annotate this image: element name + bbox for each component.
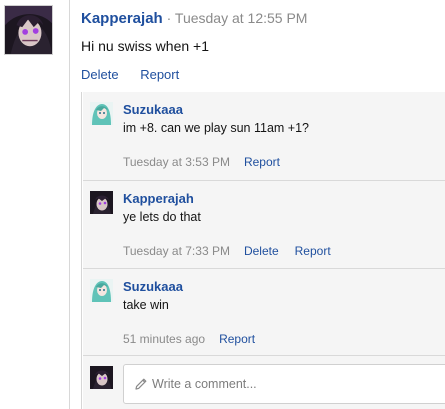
post-header: Kapperajah · Tuesday at 12:55 PM	[81, 10, 307, 28]
reply-report-link[interactable]: Report	[219, 332, 255, 346]
reply-item: Suzukaaa take win 51 minutes ago Report	[83, 268, 445, 355]
reply-timestamp[interactable]: Tuesday at 7:33 PM	[123, 244, 230, 258]
left-rail	[0, 0, 70, 409]
reply-meta: 51 minutes ago Report	[123, 332, 271, 346]
reply-item: Suzukaaa im +8. can we play sun 11am +1?…	[83, 92, 445, 180]
reply-author-avatar[interactable]	[90, 279, 113, 302]
current-user-avatar	[90, 366, 113, 389]
reply-meta: Tuesday at 3:53 PM Report	[123, 155, 296, 169]
reply-report-link[interactable]: Report	[244, 155, 280, 169]
post-author-avatar[interactable]	[4, 5, 53, 55]
post-actions: Delete Report	[81, 67, 197, 82]
reply-author-avatar[interactable]	[90, 191, 113, 214]
post-delete-link[interactable]: Delete	[81, 67, 119, 82]
post-body: Hi nu swiss when +1	[81, 38, 210, 54]
reply-author-avatar[interactable]	[90, 102, 113, 125]
reply-item: Kapperajah ye lets do that Tuesday at 7:…	[83, 180, 445, 268]
reply-delete-link[interactable]: Delete	[244, 244, 279, 258]
reply-author-name[interactable]: Kapperajah	[123, 191, 194, 206]
reply-text: im +8. can we play sun 11am +1?	[123, 121, 309, 135]
reply-report-link[interactable]: Report	[295, 244, 331, 258]
reply-timestamp[interactable]: 51 minutes ago	[123, 332, 205, 346]
post-separator: ·	[162, 10, 175, 26]
replies-list: Suzukaaa im +8. can we play sun 11am +1?…	[81, 92, 445, 409]
dark-anime-avatar-image	[90, 366, 113, 389]
dark-anime-avatar-image	[90, 191, 113, 214]
teal-hair-avatar-image	[90, 102, 113, 125]
reply-meta: Tuesday at 7:33 PM Delete Report	[123, 244, 347, 258]
pencil-icon	[135, 378, 147, 390]
reply-author-name[interactable]: Suzukaaa	[123, 102, 183, 117]
reply-text: ye lets do that	[123, 210, 201, 224]
comment-input[interactable]	[152, 365, 442, 403]
comment-composer-row	[83, 355, 445, 409]
dark-anime-avatar-image	[5, 6, 52, 54]
reply-text: take win	[123, 298, 169, 312]
comment-composer[interactable]	[123, 364, 445, 404]
reply-author-name[interactable]: Suzukaaa	[123, 279, 183, 294]
teal-hair-avatar-image	[90, 279, 113, 302]
post-timestamp[interactable]: Tuesday at 12:55 PM	[175, 10, 308, 26]
post-author-name[interactable]: Kapperajah	[81, 10, 163, 27]
reply-timestamp[interactable]: Tuesday at 3:53 PM	[123, 155, 230, 169]
post-report-link[interactable]: Report	[140, 67, 179, 82]
